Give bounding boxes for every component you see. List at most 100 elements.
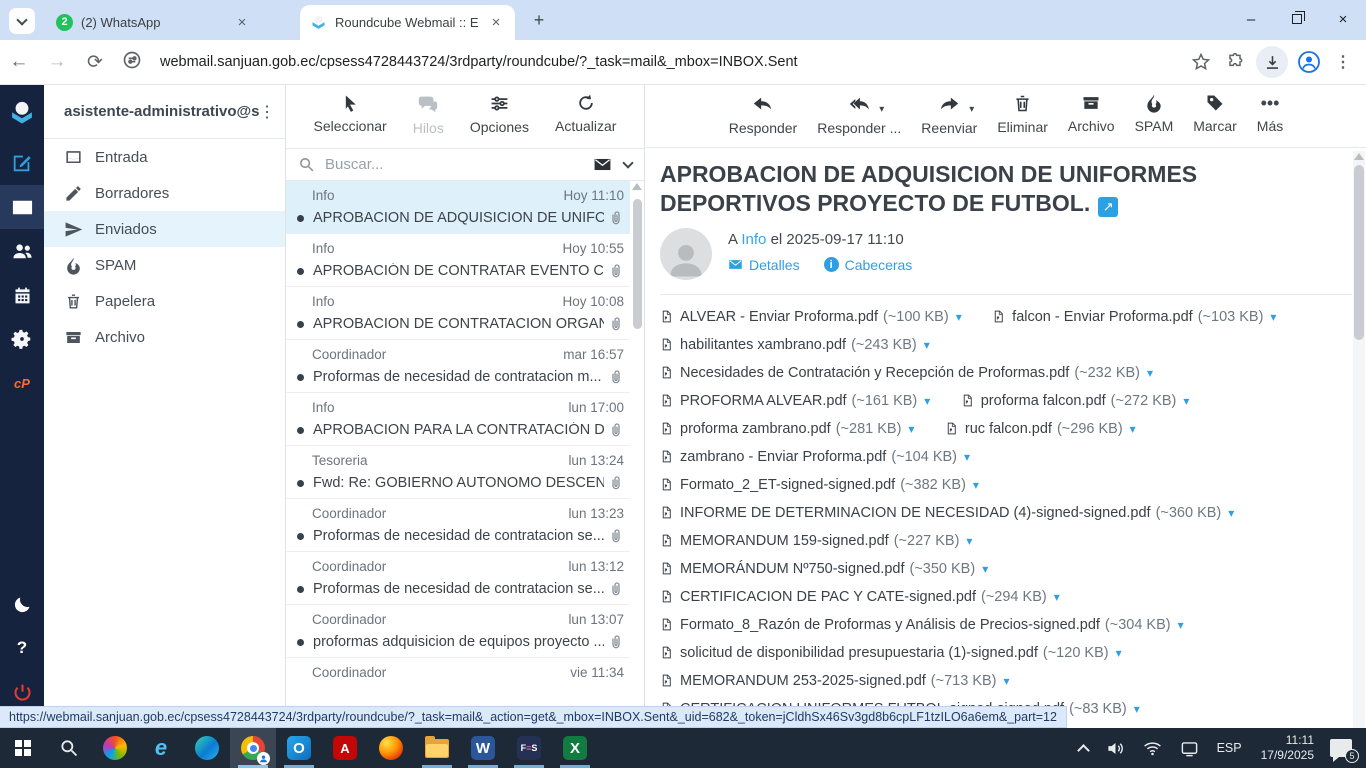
- folder-item[interactable]: SPAM: [44, 247, 285, 283]
- wifi-icon[interactable]: [1143, 739, 1162, 758]
- attachment-menu-icon[interactable]: ▾: [1116, 646, 1122, 660]
- message-list-item[interactable]: Info lun 17:00 APROBACION PARA LA CONTRA…: [286, 393, 630, 446]
- attachment-menu-icon[interactable]: ▾: [1147, 366, 1153, 380]
- help-button[interactable]: ?: [0, 626, 44, 670]
- chrome-icon[interactable]: [230, 728, 276, 768]
- reply-all-menu-icon[interactable]: ▾: [879, 104, 884, 115]
- message-list-item[interactable]: Coordinador vie 11:34: [286, 658, 630, 711]
- downloads-icon[interactable]: [1256, 46, 1288, 78]
- window-restore-button[interactable]: [1274, 0, 1320, 38]
- attachment-menu-icon[interactable]: ▾: [956, 310, 962, 324]
- tray-expand-icon[interactable]: [1079, 742, 1088, 755]
- compose-button[interactable]: [0, 141, 44, 185]
- file-explorer-icon[interactable]: [414, 728, 460, 768]
- cast-icon[interactable]: [1180, 739, 1199, 758]
- search-options-chevron-icon[interactable]: [622, 157, 633, 168]
- clock[interactable]: 11:11 17/9/2025: [1261, 733, 1314, 763]
- attachment[interactable]: ruc falcon.pdf (~296 KB) ▾: [945, 415, 1136, 443]
- attachment[interactable]: Formato_8_Razón de Proformas y Análisis …: [660, 611, 1184, 639]
- threads-button[interactable]: Hilos: [413, 93, 444, 148]
- archive-button[interactable]: Archivo: [1068, 93, 1115, 147]
- select-button[interactable]: Seleccionar: [314, 93, 387, 148]
- window-minimize-button[interactable]: –: [1228, 0, 1274, 38]
- start-button[interactable]: [0, 728, 46, 768]
- folder-item[interactable]: Archivo: [44, 319, 285, 355]
- attachment-name[interactable]: CERTIFICACION DE PAC Y CATE-signed.pdf: [680, 589, 976, 605]
- message-list-item[interactable]: Coordinador lun 13:07 proformas adquisic…: [286, 605, 630, 658]
- attachment[interactable]: PROFORMA ALVEAR.pdf (~161 KB) ▾: [660, 387, 930, 415]
- tab-whatsapp[interactable]: 2 (2) WhatsApp ×: [46, 5, 261, 40]
- attachment-menu-icon[interactable]: ▾: [1134, 702, 1140, 716]
- browser-menu-icon[interactable]: ⋮: [1326, 52, 1360, 72]
- taskbar-search-icon[interactable]: [46, 728, 92, 768]
- window-close-button[interactable]: ×: [1320, 0, 1366, 38]
- message-list-item[interactable]: Info Hoy 11:10 APROBACION DE ADQUISICION…: [286, 181, 630, 234]
- message-list-item[interactable]: Coordinador lun 13:12 Proformas de neces…: [286, 552, 630, 605]
- attachment[interactable]: proforma falcon.pdf (~272 KB) ▾: [961, 387, 1190, 415]
- attachment[interactable]: Formato_2_ET-signed-signed.pdf (~382 KB)…: [660, 471, 979, 499]
- language-indicator[interactable]: ESP: [1217, 741, 1242, 755]
- attachment[interactable]: solicitud de disponibilidad presupuestar…: [660, 639, 1122, 667]
- attachment[interactable]: INFORME DE DETERMINACION DE NECESIDAD (4…: [660, 499, 1234, 527]
- attachment-name[interactable]: solicitud de disponibilidad presupuestar…: [680, 645, 1038, 661]
- attachment-menu-icon[interactable]: ▾: [1054, 590, 1060, 604]
- message-list-item[interactable]: Info Hoy 10:08 APROBACION DE CONTRATACIO…: [286, 287, 630, 340]
- browser-profile-icon[interactable]: [1292, 50, 1326, 74]
- rail-contacts-button[interactable]: [0, 229, 44, 273]
- site-info-icon[interactable]: [122, 50, 146, 74]
- headers-toggle[interactable]: i Cabeceras: [824, 257, 913, 273]
- search-input[interactable]: Buscar...: [325, 156, 593, 173]
- attachment-menu-icon[interactable]: ▾: [982, 562, 988, 576]
- rail-calendar-button[interactable]: [0, 273, 44, 317]
- options-button[interactable]: Opciones: [470, 93, 529, 148]
- attachment-menu-icon[interactable]: ▾: [924, 394, 930, 408]
- reply-button[interactable]: Responder: [729, 93, 798, 147]
- mark-button[interactable]: Marcar: [1193, 93, 1237, 147]
- open-in-new-window-icon[interactable]: ↗: [1098, 197, 1118, 217]
- attachment-menu-icon[interactable]: ▾: [908, 422, 914, 436]
- reload-button[interactable]: ⟳: [76, 51, 114, 74]
- internet-explorer-icon[interactable]: e: [138, 728, 184, 768]
- attachment-menu-icon[interactable]: ▾: [1228, 506, 1234, 520]
- attachment-name[interactable]: Necesidades de Contratación y Recepción …: [680, 365, 1069, 381]
- account-menu-icon[interactable]: ⋮: [259, 102, 275, 122]
- attachment-name[interactable]: zambrano - Enviar Proforma.pdf: [680, 449, 886, 465]
- recipient-link[interactable]: Info: [741, 231, 766, 248]
- attachment-name[interactable]: ALVEAR - Enviar Proforma.pdf: [680, 309, 878, 325]
- forward-menu-icon[interactable]: ▾: [969, 104, 974, 115]
- attachment-menu-icon[interactable]: ▾: [1130, 422, 1136, 436]
- attachment-name[interactable]: falcon - Enviar Proforma.pdf: [1012, 309, 1193, 325]
- reply-all-button[interactable]: ▾ Responder ...: [817, 93, 901, 147]
- rail-settings-button[interactable]: [0, 317, 44, 361]
- fes-app-icon[interactable]: F≡S: [506, 728, 552, 768]
- attachment-menu-icon[interactable]: ▾: [924, 338, 930, 352]
- message-list-scrollbar[interactable]: [630, 181, 642, 728]
- attachment-menu-icon[interactable]: ▾: [966, 534, 972, 548]
- attachment[interactable]: ALVEAR - Enviar Proforma.pdf (~100 KB) ▾: [660, 303, 962, 331]
- attachment-name[interactable]: Formato_8_Razón de Proformas y Análisis …: [680, 617, 1100, 633]
- attachment-name[interactable]: MEMORÁNDUM Nº750-signed.pdf: [680, 561, 904, 577]
- attachment-name[interactable]: habilitantes xambrano.pdf: [680, 337, 846, 353]
- search-bar[interactable]: Buscar...: [286, 148, 644, 181]
- folder-item[interactable]: Entrada: [44, 139, 285, 175]
- attachment[interactable]: habilitantes xambrano.pdf (~243 KB) ▾: [660, 331, 930, 359]
- back-button[interactable]: ←: [0, 51, 38, 73]
- forward-button[interactable]: ▾ Reenviar: [921, 93, 977, 147]
- attachment-name[interactable]: PROFORMA ALVEAR.pdf: [680, 393, 847, 409]
- attachment[interactable]: falcon - Enviar Proforma.pdf (~103 KB) ▾: [992, 303, 1276, 331]
- address-bar[interactable]: webmail.sanjuan.gob.ec/cpsess4728443724/…: [160, 54, 1184, 70]
- attachment-menu-icon[interactable]: ▾: [1178, 618, 1184, 632]
- attachment[interactable]: MEMORANDUM 253-2025-signed.pdf (~713 KB)…: [660, 667, 1010, 695]
- message-view-scrollbar[interactable]: [1353, 151, 1365, 728]
- tab-roundcube[interactable]: Roundcube Webmail :: Enviados ×: [300, 5, 515, 40]
- excel-icon[interactable]: X: [552, 728, 598, 768]
- message-list-item[interactable]: Info Hoy 10:55 APROBACIÓN DE CONTRATAR E…: [286, 234, 630, 287]
- new-tab-button[interactable]: +: [528, 10, 550, 31]
- details-toggle[interactable]: Detalles: [728, 257, 800, 273]
- message-list-item[interactable]: Coordinador mar 16:57 Proformas de neces…: [286, 340, 630, 393]
- acrobat-icon[interactable]: A: [322, 728, 368, 768]
- bookmark-star-icon[interactable]: [1184, 52, 1218, 72]
- attachment-name[interactable]: MEMORANDUM 253-2025-signed.pdf: [680, 673, 926, 689]
- rail-cpanel-button[interactable]: cP: [0, 361, 44, 405]
- attachment[interactable]: proforma zambrano.pdf (~281 KB) ▾: [660, 415, 914, 443]
